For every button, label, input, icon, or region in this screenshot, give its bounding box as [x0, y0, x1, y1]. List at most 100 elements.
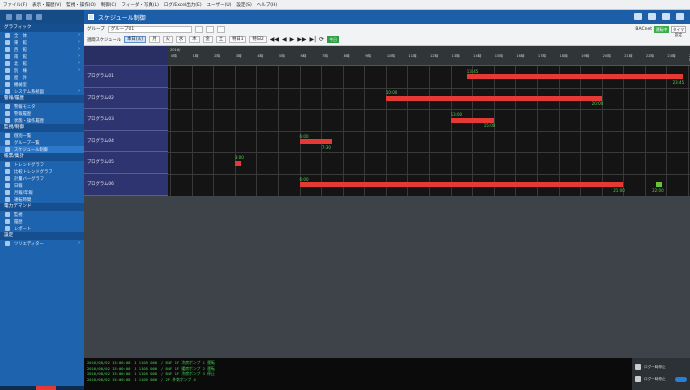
sidebar-item[interactable]: 比較トレンドグラフ: [0, 168, 84, 175]
sidebar-item[interactable]: 西 館 ›: [0, 46, 84, 53]
monitor-icon[interactable]: [634, 13, 642, 20]
nav-back-icon[interactable]: [6, 14, 12, 20]
schedule-bar[interactable]: [466, 74, 683, 80]
sidebar-item[interactable]: 機械室: [0, 81, 84, 88]
last-icon[interactable]: ▶▶: [297, 36, 306, 43]
sidebar-item[interactable]: 警報履歴: [0, 110, 84, 117]
schedule-bar[interactable]: [234, 160, 242, 166]
schedule-bar[interactable]: [450, 117, 494, 123]
menu-item[interactable]: フィーダ・写真(L): [121, 2, 158, 8]
day-tab[interactable]: 土: [215, 36, 227, 43]
timeline[interactable]: 2016/ 0時 1時 2時 3時 4時 5時 6時 7時 8時 9時 10時 11時 12時 13時 14…: [168, 46, 690, 197]
hour-tick-label: 23時: [667, 54, 676, 58]
day-tab[interactable]: 金: [202, 36, 213, 43]
sidebar-item[interactable]: 状態・操作履歴: [0, 117, 84, 124]
nav-forward-icon[interactable]: [16, 14, 22, 20]
sidebar-item[interactable]: グループ一覧: [0, 139, 84, 146]
hour-tick-label: 2時: [214, 54, 221, 58]
program-list: プログラム01 プログラム02 プログラム03 プログラム04 プログラム05 プログラム…: [84, 46, 168, 196]
sidebar-item[interactable]: ツリエディター ›: [0, 240, 84, 247]
menu-item[interactable]: ファイル(F): [3, 2, 27, 8]
sidebar-item[interactable]: 日報: [0, 182, 84, 189]
window-icon[interactable]: [648, 13, 656, 20]
chevron-right-icon: ›: [78, 32, 80, 38]
program-row-label[interactable]: プログラム01: [84, 66, 168, 88]
run-state-button[interactable]: 運転中: [654, 25, 669, 33]
sidebar-item[interactable]: 警報モニタ: [0, 103, 84, 110]
list-icon: [5, 133, 10, 138]
sidebar-item[interactable]: 東 館 ›: [0, 39, 84, 46]
day-tab[interactable]: 特日1: [229, 36, 247, 43]
sidebar-item[interactable]: レポート: [0, 225, 84, 232]
mode-label: BACnet: [635, 26, 652, 32]
weekly-schedule-label: 週間スケジュール: [87, 37, 122, 43]
speaker-icon[interactable]: [676, 13, 684, 20]
schedule-bar[interactable]: [299, 139, 332, 145]
day-tab[interactable]: 火: [162, 36, 173, 43]
day-tab[interactable]: 月: [149, 36, 160, 43]
log-toggle-label: ログ一時停止: [644, 376, 666, 381]
sidebar-item[interactable]: 全 体 ›: [0, 32, 84, 39]
menu-item[interactable]: ユーザー(U): [207, 2, 232, 8]
sidebar-item[interactable]: スケジュール制御: [0, 146, 84, 153]
group-prev-button[interactable]: [205, 25, 214, 33]
schedule-bar[interactable]: [385, 95, 602, 101]
program-row-label[interactable]: プログラム04: [84, 131, 168, 153]
group-select-arrow[interactable]: [194, 25, 203, 33]
menu-item[interactable]: 設定(S): [236, 2, 251, 8]
schedule-bar[interactable]: [299, 182, 624, 188]
prev-icon[interactable]: ◀: [282, 36, 287, 43]
program-row-label[interactable]: プログラム02: [84, 88, 168, 110]
timer-settings-button[interactable]: タイマ設定: [671, 25, 686, 37]
status-bar: [0, 386, 84, 390]
menu-item[interactable]: ログ/Excel出力(E): [164, 2, 202, 8]
sidebar-item[interactable]: 北 館 ›: [0, 60, 84, 67]
bar-end-label: 22:00: [652, 187, 664, 193]
bar-icon: [5, 176, 10, 181]
floor-icon: [5, 61, 10, 66]
group-next-button[interactable]: [216, 25, 225, 33]
log-toggle[interactable]: [675, 376, 687, 382]
date-label: 2016/: [170, 48, 181, 52]
day-tab[interactable]: 本日(火): [124, 36, 147, 43]
program-row-label[interactable]: プログラム05: [84, 152, 168, 174]
menu-item[interactable]: 制御(C): [101, 2, 117, 8]
sidebar-item[interactable]: 別 棟 ›: [0, 67, 84, 74]
menu-item[interactable]: ヘルプ(H): [257, 2, 277, 8]
day-tab[interactable]: 木: [189, 36, 200, 43]
group-select[interactable]: グループ01: [107, 25, 192, 33]
day-tab[interactable]: 特日2: [249, 36, 267, 43]
today-button[interactable]: 今日: [327, 36, 340, 43]
menu-item[interactable]: 監視・操作(O): [66, 2, 96, 8]
day-tab[interactable]: 水: [175, 36, 187, 43]
sidebar-item[interactable]: 監視: [0, 211, 84, 218]
layout-icon[interactable]: [662, 13, 670, 20]
program-row-label[interactable]: プログラム06: [84, 174, 168, 196]
sidebar-item-label: 運転時間: [14, 197, 32, 203]
hour-tick-label: 13時: [451, 54, 460, 58]
home-icon[interactable]: [26, 14, 32, 20]
sidebar-item-label: 警報履歴: [14, 111, 32, 117]
sidebar-item[interactable]: 履歴: [0, 218, 84, 225]
group-icon: [5, 140, 10, 145]
next-icon[interactable]: ▶: [290, 36, 295, 43]
sidebar-item[interactable]: システム系統図 ›: [0, 88, 84, 95]
sidebar-item[interactable]: トレンドグラフ: [0, 161, 84, 168]
schedule-icon: [88, 14, 94, 20]
sidebar-item[interactable]: 月報/年報: [0, 189, 84, 196]
bar-end-label: 23:45: [672, 79, 685, 85]
jump-icon[interactable]: ▶|: [309, 36, 316, 43]
program-row-label[interactable]: プログラム03: [84, 109, 168, 131]
sidebar-item[interactable]: 屋 外: [0, 74, 84, 81]
sidebar-item[interactable]: 計量バーグラフ: [0, 175, 84, 182]
first-icon[interactable]: ◀◀: [270, 36, 279, 43]
schedule-bar[interactable]: [655, 182, 663, 188]
refresh-icon[interactable]: [36, 14, 42, 20]
menu-item[interactable]: 表示・履歴(V): [32, 2, 61, 8]
refresh-icon[interactable]: ⟳: [319, 36, 324, 43]
status-alert: [36, 386, 56, 390]
sidebar-item[interactable]: 運転時間: [0, 196, 84, 203]
sidebar: グラフィック全 体 › 東 館 › 西 館 › 南 館 › 北 館 › 別 棟 › 屋 外機械室 システム…: [0, 24, 84, 390]
sidebar-item[interactable]: 南 館 ›: [0, 53, 84, 60]
sidebar-item[interactable]: 個別一覧: [0, 132, 84, 139]
